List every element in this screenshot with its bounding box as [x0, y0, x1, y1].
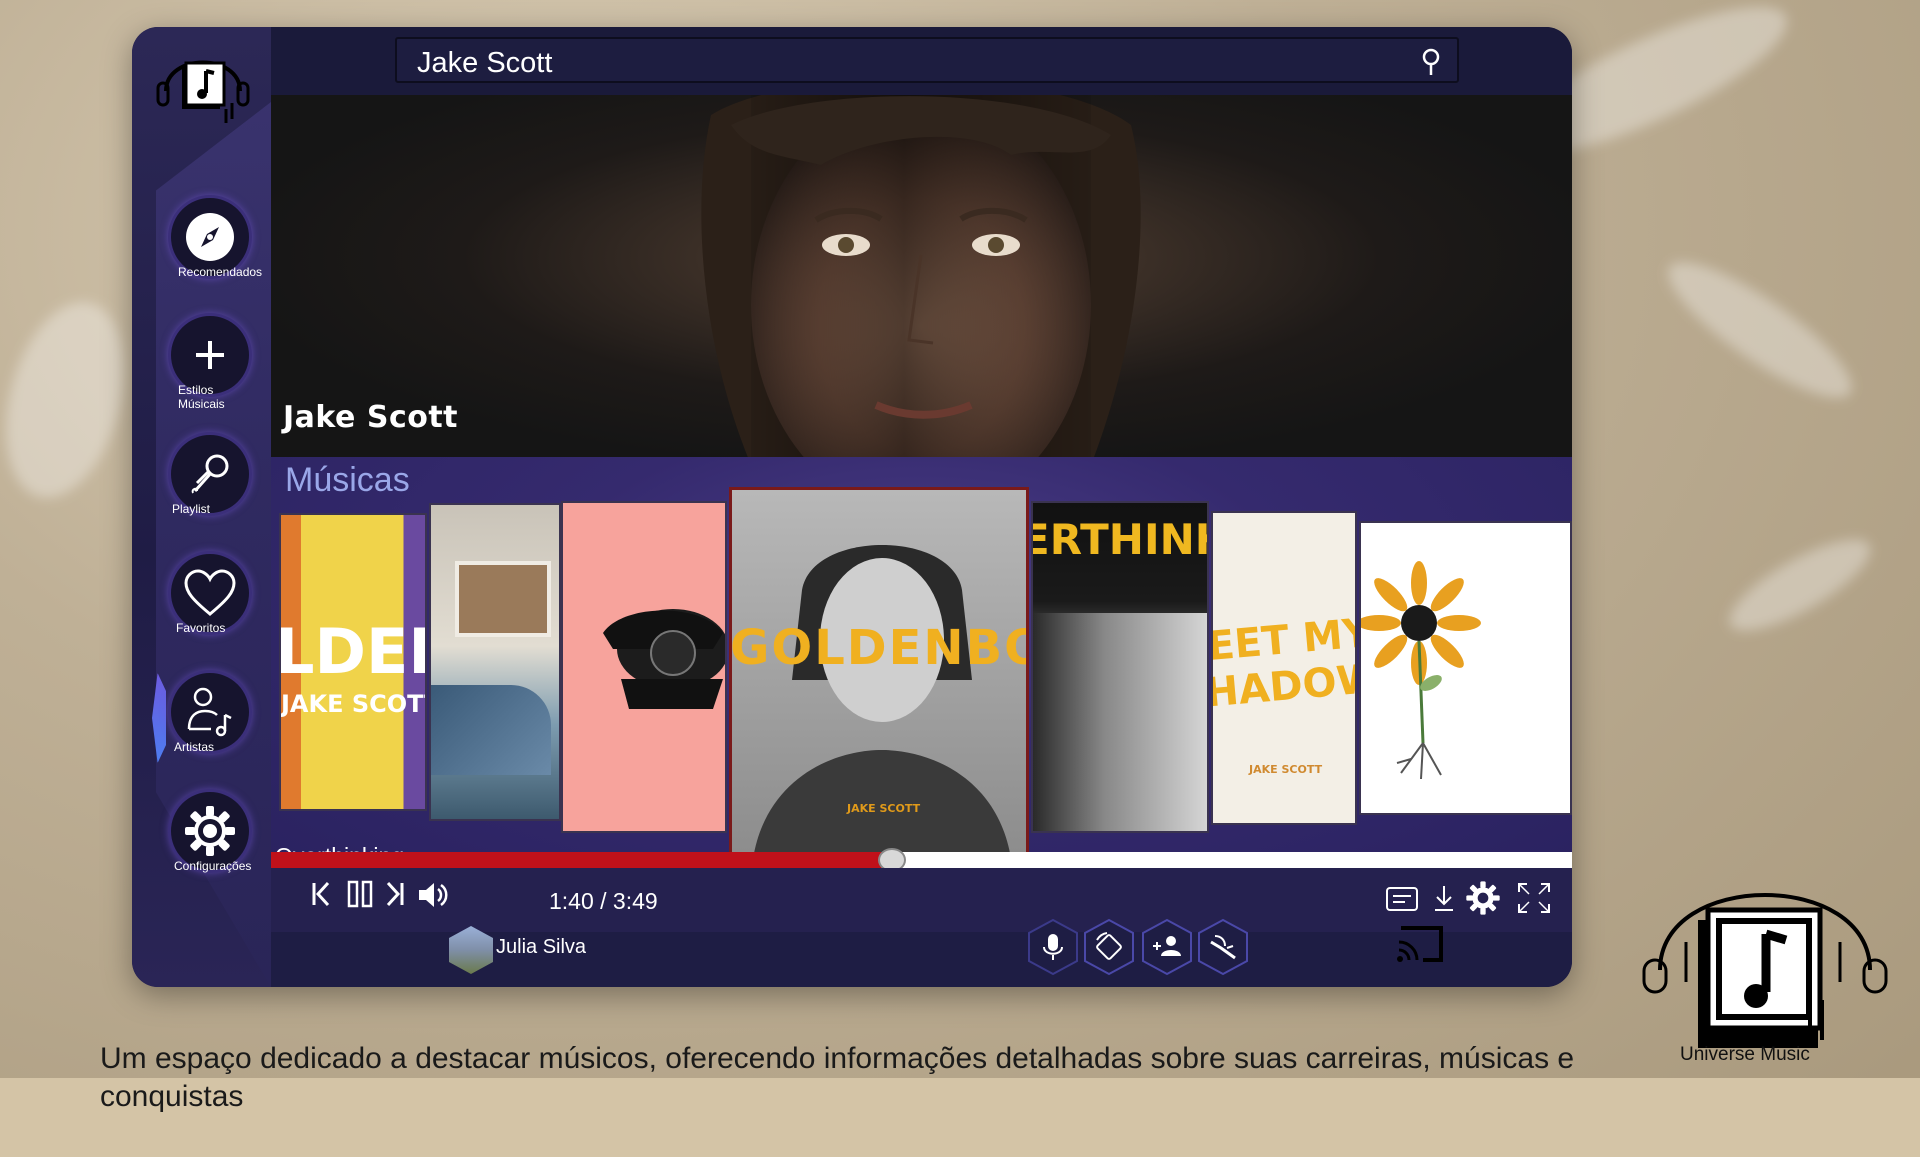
sidebar-item-label: Estilos Músicais	[178, 383, 225, 411]
sidebar-item-playlist[interactable]: Playlist	[168, 432, 268, 532]
sidebar-item-label: Artistas	[174, 740, 215, 754]
app-logo-icon[interactable]	[148, 33, 258, 128]
add-friend-button[interactable]	[1141, 918, 1193, 976]
brand-name: Universe Music	[1680, 1044, 1810, 1065]
sidebar-item-configuracoes[interactable]: Configurações	[168, 789, 268, 889]
cast-icon[interactable]	[1395, 922, 1447, 968]
active-nav-indicator	[152, 673, 166, 763]
sidebar-item-label: Favoritos	[176, 621, 226, 635]
username: Julia Silva	[496, 936, 587, 958]
album-cover-active[interactable]: GOLDENBO JAKE SCOTT	[729, 487, 1029, 863]
rotate-screen-button[interactable]	[1083, 918, 1135, 976]
cover-title: LDEN	[279, 615, 425, 688]
telephone-icon	[603, 609, 725, 709]
album-cover[interactable]	[561, 501, 727, 833]
subtitles-icon[interactable]	[1385, 886, 1419, 912]
paper-highlight	[0, 289, 145, 511]
album-cover[interactable]: ERTHINKI	[1031, 501, 1209, 833]
cover-artist: JAKE SCOTT	[847, 802, 921, 815]
playback-time: 1:40 / 3:49	[549, 888, 658, 914]
paper-highlight	[1718, 523, 1882, 647]
cover-photo	[455, 561, 551, 637]
cover-artist: JAKE SCOTT	[1249, 763, 1323, 776]
artist-hero: Jake Scott	[271, 95, 1572, 457]
voice-button[interactable]	[1027, 918, 1079, 976]
cover-portrait	[1033, 613, 1207, 831]
avatar[interactable]	[449, 926, 493, 974]
section-title: Músicas	[285, 461, 410, 499]
album-cover[interactable]	[429, 503, 561, 821]
album-cover[interactable]: LDEN JAKE SCOTT	[279, 513, 427, 811]
sidebar-item-estilos-musicais[interactable]: Estilos Músicais	[168, 313, 268, 413]
page-caption: Um espaço dedicado a destacar músicos, o…	[100, 1042, 1575, 1113]
cover-title: ERTHINKI	[1031, 515, 1207, 564]
music-section: Músicas LDEN JAKE SCOTT	[271, 457, 1572, 875]
player-controls: 1:40 / 3:49	[271, 868, 1572, 932]
sidebar: Recomendados Estilos Músicais Playlist F…	[132, 27, 271, 987]
share-button[interactable]	[1197, 918, 1249, 976]
search-input[interactable]: Jake Scott	[395, 37, 1459, 83]
cover-artist: JAKE SCOTT	[281, 690, 427, 718]
sidebar-item-recomendados[interactable]: Recomendados	[168, 195, 268, 295]
next-icon[interactable]	[385, 880, 405, 908]
app-window: Recomendados Estilos Músicais Playlist F…	[132, 27, 1572, 987]
fullscreen-icon[interactable]	[1517, 882, 1551, 914]
sidebar-item-label: Configurações	[174, 859, 252, 873]
sidebar-item-artistas[interactable]: Artistas	[168, 670, 268, 770]
pause-icon[interactable]	[347, 880, 373, 908]
artist-name: Jake Scott	[283, 400, 459, 435]
progress-fill	[271, 852, 893, 868]
sidebar-item-label: Playlist	[172, 502, 211, 516]
cover-jeans	[431, 685, 551, 775]
album-cover[interactable]: EET MY HADOW JAKE SCOTT	[1211, 511, 1357, 825]
settings-icon[interactable]	[1465, 880, 1501, 916]
artist-photo	[701, 95, 1141, 457]
cover-title: GOLDENBO	[730, 620, 1029, 676]
previous-icon[interactable]	[311, 880, 331, 908]
user-bar: Julia Silva	[271, 918, 1572, 987]
search-input-value: Jake Scott	[417, 47, 553, 79]
paper-highlight	[1652, 242, 1868, 418]
search-icon[interactable]	[1419, 47, 1443, 77]
top-bar: Jake Scott	[271, 27, 1572, 95]
sidebar-item-favoritos[interactable]: Favoritos	[168, 551, 268, 651]
album-cover[interactable]	[1359, 521, 1572, 815]
sunflower-icon	[1361, 561, 1481, 780]
progress-bar[interactable]	[271, 848, 1572, 872]
volume-icon[interactable]	[417, 880, 449, 910]
download-icon[interactable]	[1433, 884, 1455, 912]
